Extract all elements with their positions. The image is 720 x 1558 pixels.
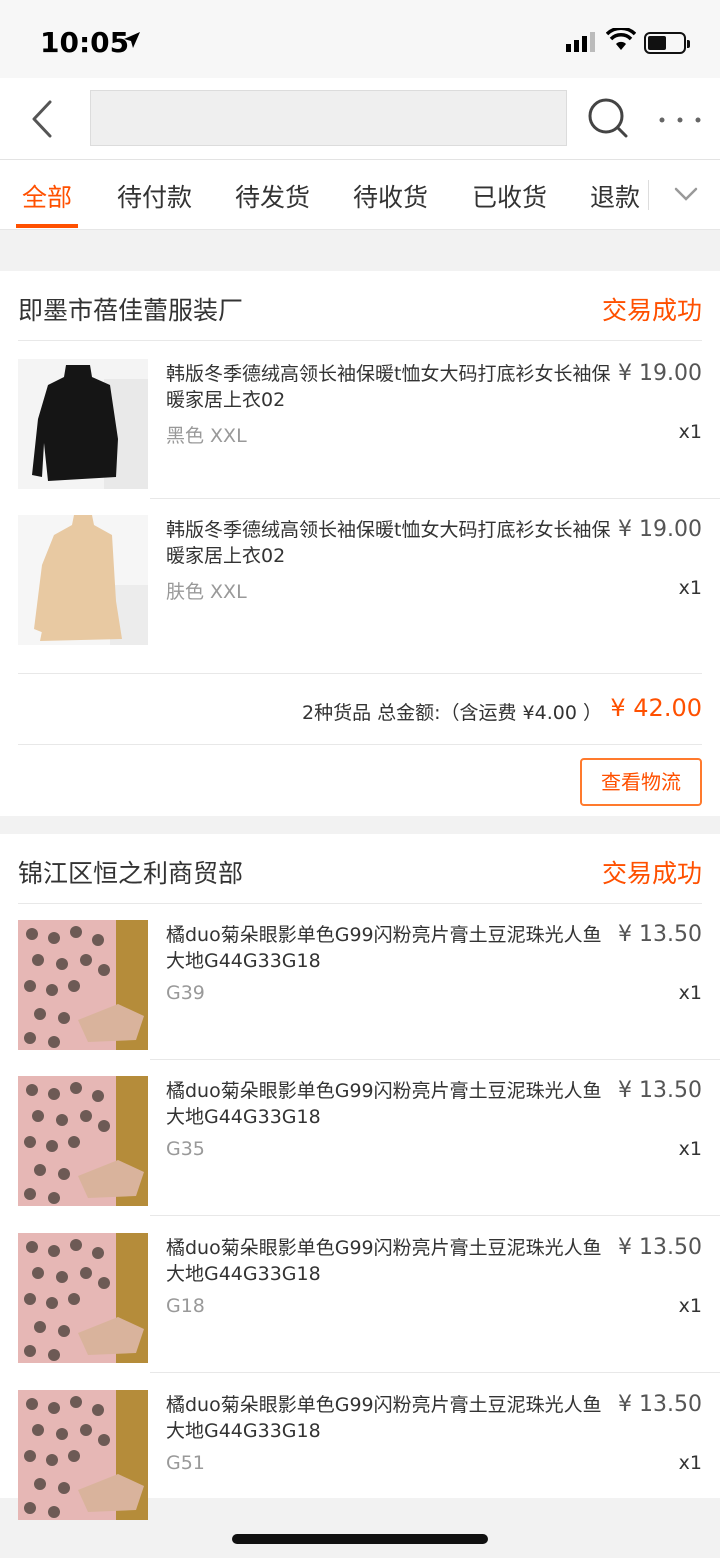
product-thumbnail[interactable] bbox=[18, 1076, 148, 1206]
tab-pending-payment[interactable]: 待付款 bbox=[117, 178, 192, 214]
product-price: ¥ 13.50 bbox=[618, 1392, 702, 1417]
product-sku: 黑色 XXL bbox=[166, 425, 247, 447]
product-title[interactable]: 橘duo菊朵眼影单色G99闪粉亮片膏土豆泥珠光人鱼大地G44G33G18 bbox=[166, 922, 614, 974]
search-input[interactable] bbox=[91, 91, 566, 145]
order-summary-text: 2种货品 总金额:（含运费 ¥4.00 ） bbox=[301, 702, 602, 724]
product-quantity: x1 bbox=[678, 1295, 702, 1317]
product-sku: 肤色 XXL bbox=[166, 581, 247, 603]
shop-header[interactable]: 即墨市蓓佳蕾服装厂 交易成功 bbox=[18, 271, 702, 341]
nav-bar bbox=[0, 78, 720, 160]
product-title[interactable]: 韩版冬季德绒高领长袖保暖t恤女大码打底衫女长袖保暖家居上衣02 bbox=[166, 361, 614, 413]
tab-refund[interactable]: 退款 bbox=[590, 178, 646, 214]
shop-name[interactable]: 锦江区恒之利商贸部 bbox=[18, 854, 243, 890]
tab-pending-shipment[interactable]: 待发货 bbox=[235, 178, 310, 214]
more-options-icon[interactable] bbox=[656, 102, 704, 138]
back-arrow-icon[interactable] bbox=[28, 98, 58, 140]
product-sku: G39 bbox=[166, 982, 205, 1004]
shop-header[interactable]: 锦江区恒之利商贸部 交易成功 bbox=[18, 834, 702, 904]
battery-icon bbox=[644, 32, 690, 54]
order-status: 交易成功 bbox=[601, 859, 702, 888]
product-price: ¥ 13.50 bbox=[618, 1235, 702, 1260]
order-total: ¥ 42.00 bbox=[610, 694, 702, 722]
tab-all[interactable]: 全部 bbox=[22, 178, 72, 214]
product-title[interactable]: 韩版冬季德绒高领长袖保暖t恤女大码打底衫女长袖保暖家居上衣02 bbox=[166, 517, 614, 569]
view-logistics-button[interactable]: 查看物流 bbox=[580, 758, 702, 806]
search-box[interactable] bbox=[90, 90, 567, 146]
product-quantity: x1 bbox=[678, 982, 702, 1004]
product-sku: G35 bbox=[166, 1138, 205, 1160]
product-price: ¥ 13.50 bbox=[618, 922, 702, 947]
product-quantity: x1 bbox=[678, 421, 702, 443]
product-price: ¥ 19.00 bbox=[618, 361, 702, 386]
order-item[interactable]: 韩版冬季德绒高领长袖保暖t恤女大码打底衫女长袖保暖家居上衣02 ¥ 19.00 … bbox=[0, 499, 720, 655]
order-tabs: 全部 待付款 待发货 待收货 已收货 退款 bbox=[0, 160, 720, 230]
location-arrow-icon bbox=[124, 32, 140, 48]
order-status: 交易成功 bbox=[601, 296, 702, 325]
product-sku: G18 bbox=[166, 1295, 205, 1317]
product-thumbnail[interactable] bbox=[18, 920, 148, 1050]
tab-pending-receipt[interactable]: 待收货 bbox=[353, 178, 428, 214]
section-gap bbox=[0, 231, 720, 271]
order-item[interactable]: 橘duo菊朵眼影单色G99闪粉亮片膏土豆泥珠光人鱼大地G44G33G18 ¥ 1… bbox=[0, 1060, 720, 1216]
order-summary: 2种货品 总金额:（含运费 ¥4.00 ） ¥ 42.00 bbox=[18, 673, 702, 745]
product-quantity: x1 bbox=[678, 1138, 702, 1160]
product-thumbnail[interactable] bbox=[18, 1390, 148, 1520]
chevron-down-icon[interactable] bbox=[672, 180, 700, 208]
item-divider bbox=[150, 1215, 720, 1216]
cellular-signal-icon bbox=[566, 32, 595, 52]
order-card: 即墨市蓓佳蕾服装厂 交易成功 韩版冬季德绒高领长袖保暖t恤女大码打底衫女长袖保暖… bbox=[0, 271, 720, 816]
tab-received[interactable]: 已收货 bbox=[472, 178, 547, 214]
order-card: 锦江区恒之利商贸部 交易成功 橘duo菊朵眼影单色G99闪粉亮片膏土豆泥珠光人鱼… bbox=[0, 834, 720, 1520]
status-time: 10:05 bbox=[40, 26, 130, 59]
product-thumbnail[interactable] bbox=[18, 1233, 148, 1363]
item-divider bbox=[150, 1372, 720, 1373]
product-quantity: x1 bbox=[678, 577, 702, 599]
product-thumbnail[interactable] bbox=[18, 515, 148, 645]
home-indicator[interactable] bbox=[232, 1534, 488, 1544]
order-item[interactable]: 橘duo菊朵眼影单色G99闪粉亮片膏土豆泥珠光人鱼大地G44G33G18 ¥ 1… bbox=[0, 904, 720, 1060]
product-price: ¥ 13.50 bbox=[618, 1078, 702, 1103]
product-title[interactable]: 橘duo菊朵眼影单色G99闪粉亮片膏土豆泥珠光人鱼大地G44G33G18 bbox=[166, 1078, 614, 1130]
shop-name[interactable]: 即墨市蓓佳蕾服装厂 bbox=[18, 291, 243, 327]
section-gap bbox=[0, 816, 720, 834]
product-price: ¥ 19.00 bbox=[618, 517, 702, 542]
status-bar: 10:05 bbox=[0, 0, 720, 78]
order-item[interactable]: 韩版冬季德绒高领长袖保暖t恤女大码打底衫女长袖保暖家居上衣02 ¥ 19.00 … bbox=[0, 343, 720, 499]
order-item[interactable]: 橘duo菊朵眼影单色G99闪粉亮片膏土豆泥珠光人鱼大地G44G33G18 ¥ 1… bbox=[0, 1374, 720, 1530]
product-thumbnail[interactable] bbox=[18, 359, 148, 489]
active-tab-indicator bbox=[16, 224, 78, 228]
product-quantity: x1 bbox=[678, 1452, 702, 1474]
search-icon[interactable] bbox=[586, 96, 630, 140]
product-title[interactable]: 橘duo菊朵眼影单色G99闪粉亮片膏土豆泥珠光人鱼大地G44G33G18 bbox=[166, 1392, 614, 1444]
product-sku: G51 bbox=[166, 1452, 205, 1474]
wifi-icon bbox=[606, 28, 636, 50]
order-item[interactable]: 橘duo菊朵眼影单色G99闪粉亮片膏土豆泥珠光人鱼大地G44G33G18 ¥ 1… bbox=[0, 1217, 720, 1373]
tab-divider bbox=[648, 180, 649, 210]
product-title[interactable]: 橘duo菊朵眼影单色G99闪粉亮片膏土豆泥珠光人鱼大地G44G33G18 bbox=[166, 1235, 614, 1287]
